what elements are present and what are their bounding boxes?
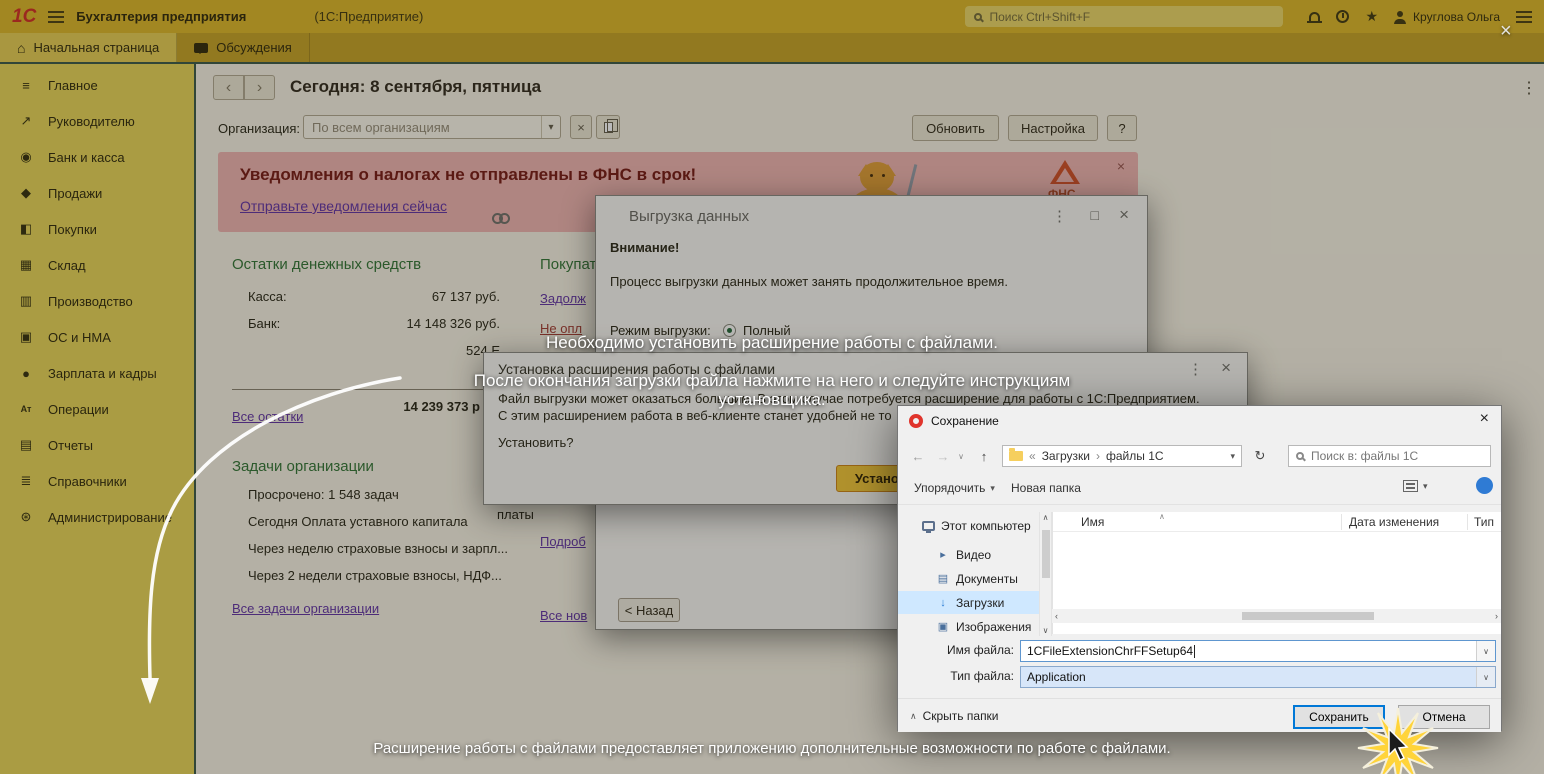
tree-label: Загрузки (956, 595, 1005, 610)
tree-item-this-pc[interactable]: Этот компьютер (898, 514, 1039, 537)
divider (898, 504, 1501, 505)
list-view-icon (1403, 480, 1418, 492)
chevron-down-icon[interactable]: ∨ (1476, 667, 1495, 687)
close-icon[interactable]: × (1480, 410, 1489, 428)
tutorial-text-line2: После окончания загрузки файла нажмите н… (473, 371, 1071, 390)
scroll-left-icon[interactable]: ‹ (1055, 611, 1058, 621)
save-dialog-footer: ∧ Скрыть папки Сохранить Отмена (898, 698, 1501, 732)
new-folder-button[interactable]: Новая папка (1011, 481, 1081, 495)
scroll-right-icon[interactable]: › (1495, 611, 1498, 621)
organize-label: Упорядочить (914, 481, 986, 495)
filename-value: 1CFileExtensionChrFFSetup64 (1027, 644, 1194, 658)
tutorial-text-bottom: Расширение работы с файлами предоставляе… (373, 740, 1171, 757)
save-dialog: Сохранение × ← → ∨ ↑ « Загрузки › файлы … (897, 405, 1502, 732)
chevron-right-icon: › (1095, 449, 1100, 463)
tree-label: Документы (956, 571, 1018, 586)
video-icon: ▸ (940, 549, 946, 561)
history-caret-icon[interactable]: ∨ (955, 450, 967, 462)
tree-item-video[interactable]: ▸ Видео (898, 543, 1039, 566)
column-divider[interactable] (1467, 514, 1468, 530)
cancel-button[interactable]: Отмена (1398, 705, 1490, 729)
tree-item-downloads[interactable]: ↓ Загрузки (898, 591, 1039, 614)
column-type[interactable]: Тип (1474, 515, 1494, 529)
tree-item-pictures[interactable]: ▣ Изображения (898, 615, 1039, 636)
filetype-value: Application (1027, 670, 1086, 684)
tree-scrollbar[interactable]: ∧ ∨ (1039, 512, 1052, 636)
column-date[interactable]: Дата изменения (1349, 515, 1439, 529)
text-caret (1194, 644, 1196, 658)
chevron-down-icon: ▾ (990, 482, 995, 493)
horizontal-scrollbar[interactable]: ‹ › (1052, 609, 1501, 623)
hide-folders-button[interactable]: ∧ Скрыть папки (910, 709, 999, 723)
filetype-select[interactable]: Application ∨ (1020, 666, 1496, 688)
save-button[interactable]: Сохранить (1293, 705, 1385, 729)
filename-label: Имя файла: (947, 643, 1014, 657)
new-folder-label: Новая папка (1011, 481, 1081, 495)
sort-asc-icon: ∧ (1159, 512, 1165, 521)
scroll-up-icon[interactable]: ∧ (1040, 513, 1051, 522)
filename-input[interactable]: 1CFileExtensionChrFFSetup64 ∨ (1020, 640, 1496, 662)
scrollbar-thumb[interactable] (1242, 612, 1374, 620)
organize-button[interactable]: Упорядочить ▾ (914, 481, 995, 495)
downloads-icon: ↓ (940, 596, 946, 609)
scrollbar-thumb[interactable] (1042, 530, 1050, 578)
tutorial-text-line3: установщика. (718, 390, 826, 409)
filetype-label: Тип файла: (950, 669, 1014, 683)
hide-folders-label: Скрыть папки (922, 709, 999, 723)
tree-label: Видео (956, 547, 992, 562)
pictures-icon: ▣ (937, 621, 949, 633)
column-divider[interactable] (1341, 514, 1342, 530)
forward-icon[interactable]: → (931, 445, 955, 467)
chevron-down-icon[interactable]: ▾ (1230, 451, 1235, 462)
chevron-down-icon[interactable]: ∨ (1476, 641, 1495, 661)
tutorial-close-icon[interactable]: × (1500, 20, 1512, 43)
computer-icon (922, 520, 935, 533)
chevron-up-icon: ∧ (910, 710, 917, 721)
breadcrumb-files-1c[interactable]: файлы 1С (1106, 449, 1164, 463)
tutorial-text-line1: Необходимо установить расширение работы … (545, 333, 999, 352)
help-icon[interactable] (1476, 477, 1493, 494)
chevron-down-icon: ▾ (1423, 480, 1428, 491)
tree-item-documents[interactable]: ▤ Документы (898, 567, 1039, 590)
tree-label: Изображения (956, 619, 1032, 634)
tree-label: Этот компьютер (941, 518, 1031, 533)
up-icon[interactable]: ↑ (972, 445, 996, 467)
search-placeholder: Поиск в: файлы 1С (1311, 449, 1419, 463)
folder-tree: Этот компьютер ▸ Видео ▤ Документы ↓ Заг… (898, 512, 1039, 636)
screen: 1С Бухгалтерия предприятия (1С:Предприят… (0, 0, 1544, 774)
save-dialog-title: Сохранение (931, 414, 999, 428)
back-icon[interactable]: ← (906, 445, 930, 467)
breadcrumb-downloads[interactable]: Загрузки (1042, 449, 1090, 463)
column-name[interactable]: Имя (1081, 515, 1104, 529)
refresh-icon[interactable]: ↻ (1248, 445, 1272, 467)
view-mode-button[interactable]: ▾ (1403, 480, 1428, 492)
breadcrumb[interactable]: « Загрузки › файлы 1С ▾ (1002, 445, 1242, 467)
file-list-header: Имя ∧ Дата изменения Тип (1053, 512, 1501, 532)
opera-icon (909, 414, 923, 428)
explorer-search-input[interactable]: Поиск в: файлы 1С (1288, 445, 1491, 467)
documents-icon: ▤ (937, 573, 949, 585)
chevrons-left-icon: « (1029, 449, 1036, 463)
folder-icon (1009, 448, 1023, 461)
scroll-down-icon[interactable]: ∨ (1040, 626, 1051, 635)
search-icon (1296, 452, 1304, 460)
